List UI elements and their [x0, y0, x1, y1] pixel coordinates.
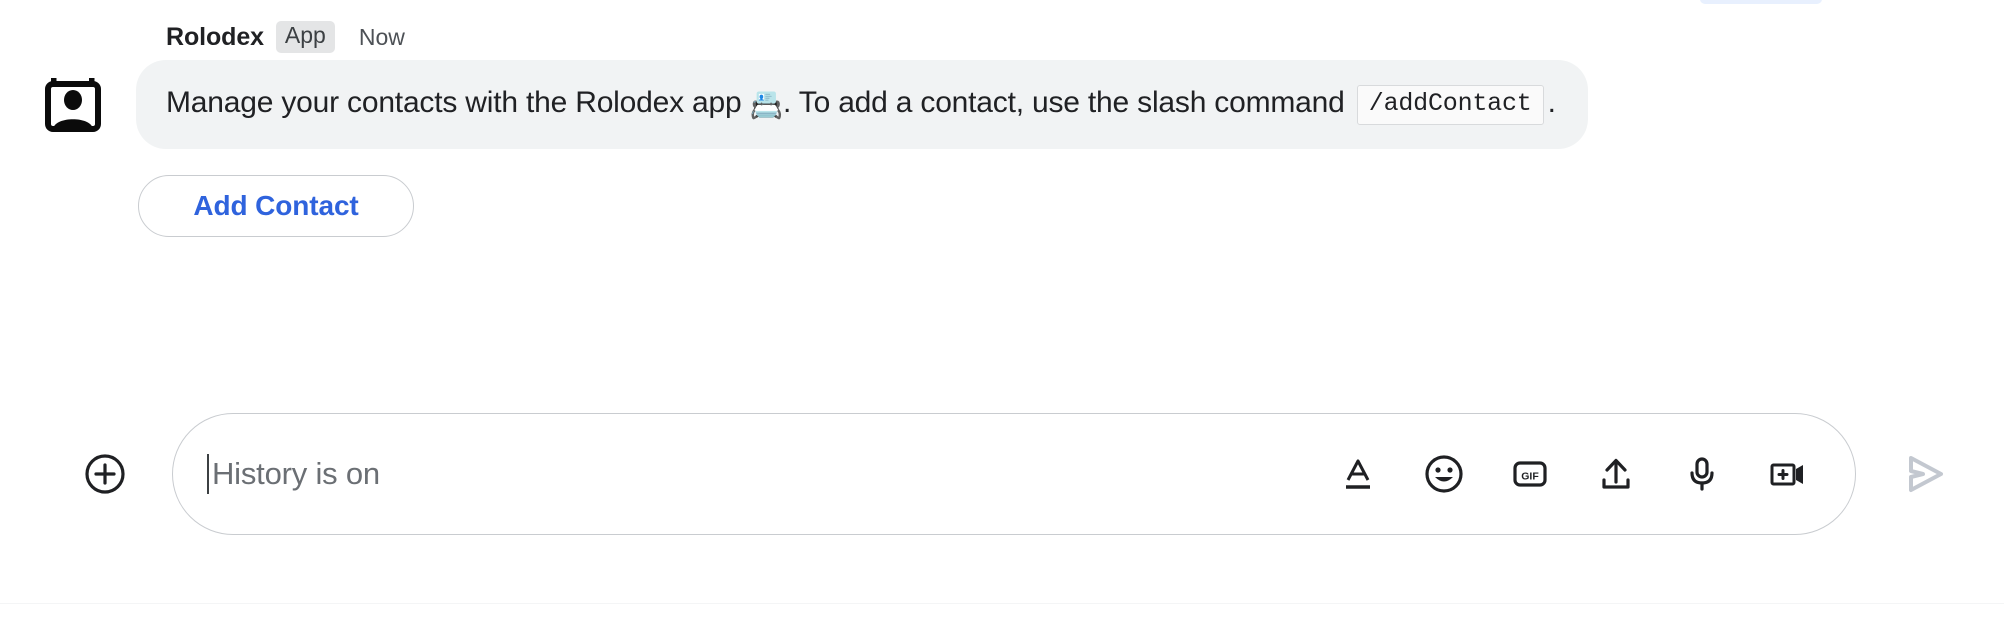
text-caret	[207, 454, 209, 494]
plus-circle-icon[interactable]	[82, 451, 128, 497]
slash-command-chip: /addContact	[1356, 85, 1544, 125]
message-input[interactable]: History is on	[212, 456, 1335, 492]
message-text-part-3: .	[1547, 86, 1556, 119]
message-column: Rolodex App Now Manage your contacts wit…	[136, 21, 1588, 237]
message-composer: History is on GIF	[0, 413, 2004, 535]
emoji-icon[interactable]	[1421, 451, 1467, 497]
message-text: Manage your contacts with the Rolodex ap…	[166, 82, 1556, 125]
upload-icon[interactable]	[1593, 451, 1639, 497]
gif-icon[interactable]: GIF	[1507, 451, 1553, 497]
add-video-icon[interactable]	[1765, 451, 1811, 497]
bottom-divider	[0, 603, 2004, 604]
message-text-part-2: . To add a contact, use the slash comman…	[783, 86, 1353, 119]
format-text-icon[interactable]	[1335, 451, 1381, 497]
message-bubble: Manage your contacts with the Rolodex ap…	[136, 60, 1588, 149]
card-index-emoji: 📇	[749, 90, 784, 120]
top-cutoff-element	[1700, 0, 1822, 4]
composer-toolbar: GIF	[1335, 451, 1811, 497]
app-badge: App	[275, 21, 335, 53]
message-actions: Add Contact	[136, 175, 414, 237]
microphone-icon[interactable]	[1679, 451, 1725, 497]
composer-input-shell[interactable]: History is on GIF	[172, 413, 1856, 535]
contact-card-icon	[39, 69, 107, 142]
sender-name: Rolodex	[166, 22, 264, 51]
send-icon[interactable]	[1896, 445, 1954, 503]
svg-text:GIF: GIF	[1521, 471, 1539, 483]
message-timestamp: Now	[358, 23, 405, 50]
avatar	[38, 70, 108, 140]
message-header: Rolodex App Now	[136, 21, 405, 53]
message-text-part-1: Manage your contacts with the Rolodex ap…	[166, 86, 750, 119]
add-contact-button[interactable]: Add Contact	[138, 175, 414, 237]
message-row: Rolodex App Now Manage your contacts wit…	[0, 21, 2004, 237]
